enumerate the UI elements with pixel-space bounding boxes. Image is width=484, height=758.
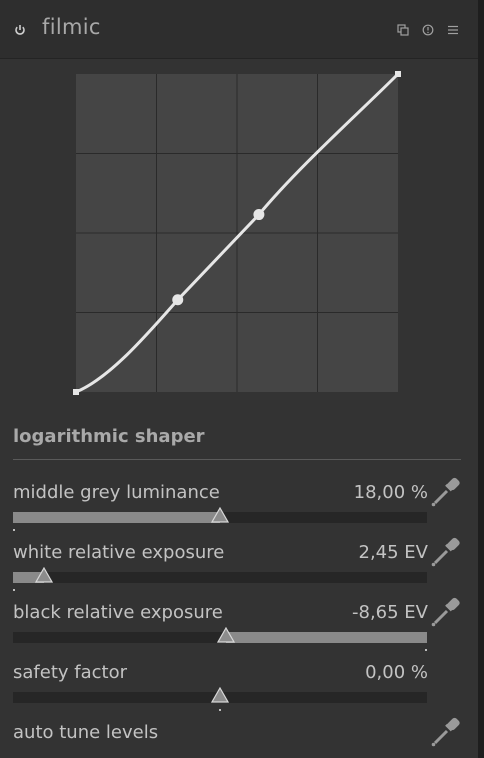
middle-grey-slider[interactable] bbox=[13, 507, 427, 531]
white-exposure-label: white relative exposure bbox=[13, 542, 225, 563]
safety-factor-slider[interactable] bbox=[13, 687, 427, 711]
curve-node[interactable] bbox=[172, 294, 184, 306]
menu-icon[interactable] bbox=[447, 24, 459, 36]
slider-fill bbox=[226, 632, 427, 643]
color-picker-icon[interactable] bbox=[430, 536, 462, 568]
slider-fill bbox=[13, 512, 220, 523]
reset-icon[interactable] bbox=[422, 24, 434, 36]
curve-node[interactable] bbox=[73, 389, 79, 395]
auto-tune-label: auto tune levels bbox=[13, 722, 159, 743]
slider-default-marker bbox=[219, 709, 221, 711]
slider-default-marker bbox=[13, 529, 15, 531]
slider-thumb[interactable] bbox=[211, 687, 229, 703]
slider-thumb[interactable] bbox=[211, 507, 229, 523]
power-icon[interactable] bbox=[14, 24, 26, 36]
black-exposure-value[interactable]: -8,65 EV bbox=[352, 602, 428, 623]
safety-factor-value[interactable]: 0,00 % bbox=[365, 662, 428, 683]
color-picker-icon[interactable] bbox=[430, 716, 462, 748]
white-exposure-slider[interactable] bbox=[13, 567, 427, 591]
module-header: filmic bbox=[0, 0, 478, 59]
middle-grey-label: middle grey luminance bbox=[13, 482, 220, 503]
presets-icon[interactable] bbox=[397, 24, 409, 36]
slider-thumb[interactable] bbox=[217, 627, 236, 643]
middle-grey-value[interactable]: 18,00 % bbox=[354, 482, 428, 503]
section-divider bbox=[13, 459, 461, 460]
section-title: logarithmic shaper bbox=[13, 426, 205, 447]
color-picker-icon[interactable] bbox=[430, 596, 462, 628]
curve-node[interactable] bbox=[395, 71, 401, 77]
curve-node[interactable] bbox=[253, 209, 265, 221]
slider-default-marker bbox=[13, 589, 15, 591]
safety-factor-label: safety factor bbox=[13, 662, 127, 683]
tone-curve-graph[interactable] bbox=[72, 70, 402, 396]
slider-default-marker bbox=[425, 649, 427, 651]
color-picker-icon[interactable] bbox=[430, 476, 462, 508]
slider-thumb[interactable] bbox=[34, 567, 53, 583]
module-title: filmic bbox=[42, 15, 101, 39]
black-exposure-slider[interactable] bbox=[13, 627, 427, 651]
panel-edge bbox=[478, 0, 484, 758]
white-exposure-value[interactable]: 2,45 EV bbox=[359, 542, 429, 563]
black-exposure-label: black relative exposure bbox=[13, 602, 223, 623]
